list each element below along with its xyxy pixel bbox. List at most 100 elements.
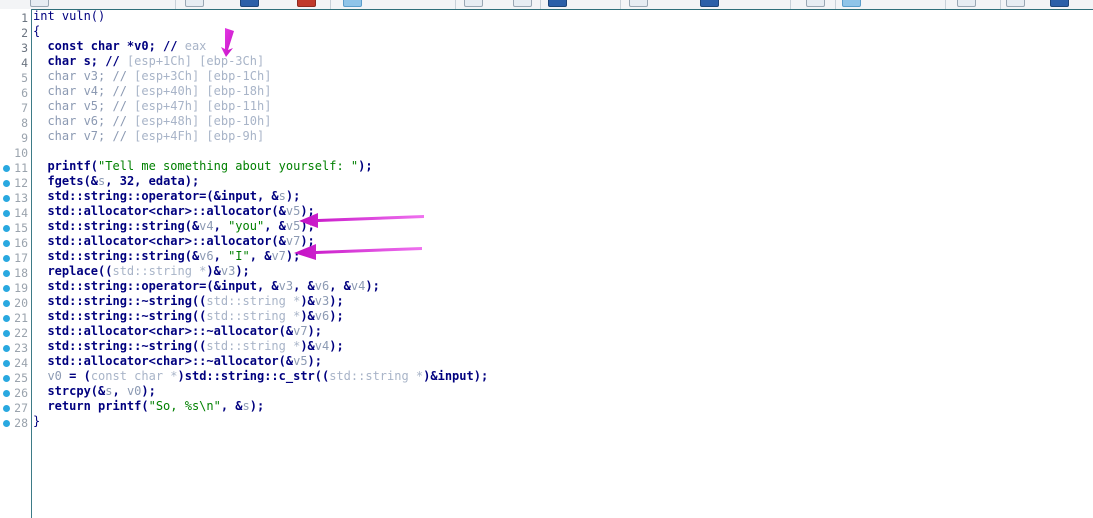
toolbar-separator (790, 0, 791, 9)
code-token: s (242, 399, 250, 413)
code-line[interactable]: return printf("So, %s\n", &s); (33, 399, 264, 414)
code-token: replace(( (33, 264, 113, 278)
code-token: std::string::string(& (33, 219, 200, 233)
breakpoint-dot[interactable] (3, 210, 10, 217)
code-token: { (33, 24, 41, 38)
breakpoint-dot[interactable] (3, 375, 10, 382)
graph-icon[interactable] (464, 0, 483, 7)
imports-icon[interactable] (629, 0, 648, 7)
breakpoint-dot[interactable] (3, 270, 10, 277)
code-line[interactable]: { (33, 24, 40, 39)
code-line[interactable]: std::string::~string((std::string *)&v3)… (33, 294, 344, 309)
breakpoint-dot[interactable] (3, 285, 10, 292)
code-token: v3 (314, 294, 330, 308)
code-line[interactable]: } (33, 414, 40, 429)
breakpoint-dot[interactable] (3, 225, 10, 232)
breakpoint-dot[interactable] (3, 390, 10, 397)
window-icon[interactable] (343, 0, 362, 7)
breakpoint-dot[interactable] (3, 315, 10, 322)
code-token: , (112, 384, 127, 398)
hex-view-icon[interactable] (513, 0, 532, 7)
code-token: , & (220, 399, 243, 413)
code-token: char v5; // (47, 99, 135, 113)
save-icon[interactable] (185, 0, 204, 7)
code-line[interactable]: std::allocator<char>::allocator(&v5); (33, 204, 314, 219)
code-token: [esp+47h] [ebp-11h] (134, 99, 272, 113)
code-token: std::string * (112, 264, 207, 278)
code-line[interactable]: std::allocator<char>::~allocator(&v7); (33, 324, 322, 339)
code-line[interactable]: int vuln() (33, 9, 105, 24)
code-token: return printf( (33, 399, 149, 413)
search-icon[interactable] (1006, 0, 1025, 7)
code-token: "I" (228, 249, 250, 263)
code-line[interactable]: replace((std::string *)&v3); (33, 264, 249, 279)
stop-icon[interactable] (297, 0, 316, 7)
code-line[interactable]: fgets(&s, 32, edata); (33, 174, 199, 189)
code-line[interactable]: std::allocator<char>::allocator(&v7); (33, 234, 314, 249)
breakpoint-dot[interactable] (3, 330, 10, 337)
enums-icon[interactable] (957, 0, 976, 7)
breakpoint-dot[interactable] (3, 345, 10, 352)
code-line[interactable]: char v4; // [esp+40h] [ebp-18h] (33, 84, 271, 99)
code-token: std::allocator<char>::allocator(& (33, 204, 286, 218)
code-token: std::string::~string(( (33, 294, 207, 308)
code-line[interactable]: std::allocator<char>::~allocator(&v5); (33, 354, 322, 369)
breakpoint-dot[interactable] (3, 420, 10, 427)
code-line[interactable]: char v6; // [esp+48h] [ebp-10h] (33, 114, 271, 129)
code-token: , & (329, 279, 351, 293)
code-token: std::allocator<char>::~allocator(& (33, 324, 294, 338)
breakpoint-dot[interactable] (3, 255, 10, 262)
code-token: [esp+1Ch] [ebp-3Ch] (126, 54, 265, 68)
breakpoint-dot[interactable] (3, 195, 10, 202)
code-line[interactable]: v0 = (const char *)std::string::c_str((s… (33, 369, 488, 384)
code-token: ); (307, 324, 322, 338)
code-line[interactable]: std::string::~string((std::string *)&v6)… (33, 309, 343, 324)
code-token: v5 (285, 204, 301, 218)
breakpoint-dot[interactable] (3, 360, 10, 367)
code-token: , (213, 219, 229, 233)
strings-icon[interactable] (548, 0, 567, 7)
code-token: )& (300, 309, 315, 323)
open-icon[interactable] (30, 0, 49, 7)
breakpoint-dot[interactable] (3, 165, 10, 172)
breakpoint-dot[interactable] (3, 240, 10, 247)
code-token: ); (365, 279, 380, 293)
code-line[interactable]: std::string::~string((std::string *)&v4)… (33, 339, 344, 354)
back-arrow-icon[interactable] (240, 0, 259, 7)
code-line[interactable]: strcpy(&s, v0); (33, 384, 155, 399)
code-token: ); (329, 294, 344, 308)
code-token: char v6; // (47, 114, 135, 128)
breakpoint-dot[interactable] (3, 180, 10, 187)
gutter-divider (31, 9, 32, 518)
code-line[interactable]: std::string::string(&v6, "I", &v7); (33, 249, 300, 264)
code-line[interactable]: printf("Tell me something about yourself… (33, 159, 372, 174)
options-icon[interactable] (1050, 0, 1069, 7)
code-token: ); (329, 339, 344, 353)
breakpoint-dot[interactable] (3, 405, 10, 412)
code-token: v4 (350, 279, 366, 293)
exports-icon[interactable] (700, 0, 719, 7)
structures-icon[interactable] (842, 0, 861, 7)
code-line[interactable]: char v5; // [esp+47h] [ebp-11h] (33, 99, 271, 114)
functions-icon[interactable] (806, 0, 825, 7)
code-line[interactable]: char s; // [esp+1Ch] [ebp-3Ch] (33, 54, 264, 69)
code-line[interactable]: std::string::string(&v4, "you", &v5); (33, 219, 314, 234)
line-number-gutter[interactable]: 1 2 3 4 5 6 7 8 9 10 11 12 13 14 15 16 17 18 19 20 21 22 23 24 2… (0, 9, 31, 518)
code-line[interactable]: std::string::operator=(&input, &v3, &v6,… (33, 279, 380, 294)
line-number: 9 (21, 131, 28, 145)
code-line[interactable]: char v7; // [esp+4Fh] [ebp-9h] (33, 129, 264, 144)
code-line[interactable]: std::string::operator=(&input, &s); (33, 189, 300, 204)
breakpoint-dot[interactable] (3, 300, 10, 307)
line-number: 25 (14, 371, 28, 385)
code-line[interactable]: char v3; // [esp+3Ch] [ebp-1Ch] (33, 69, 271, 84)
toolbar-separator (540, 0, 541, 9)
pseudocode-text[interactable]: int vuln(){ const char *v0; // eax char … (33, 9, 1093, 518)
code-token: v6 (314, 279, 330, 293)
code-token: [esp+40h] [ebp-18h] (134, 84, 272, 98)
code-token: , & (264, 219, 286, 233)
code-line[interactable]: const char *v0; // eax (33, 39, 206, 54)
line-number: 11 (14, 161, 28, 175)
